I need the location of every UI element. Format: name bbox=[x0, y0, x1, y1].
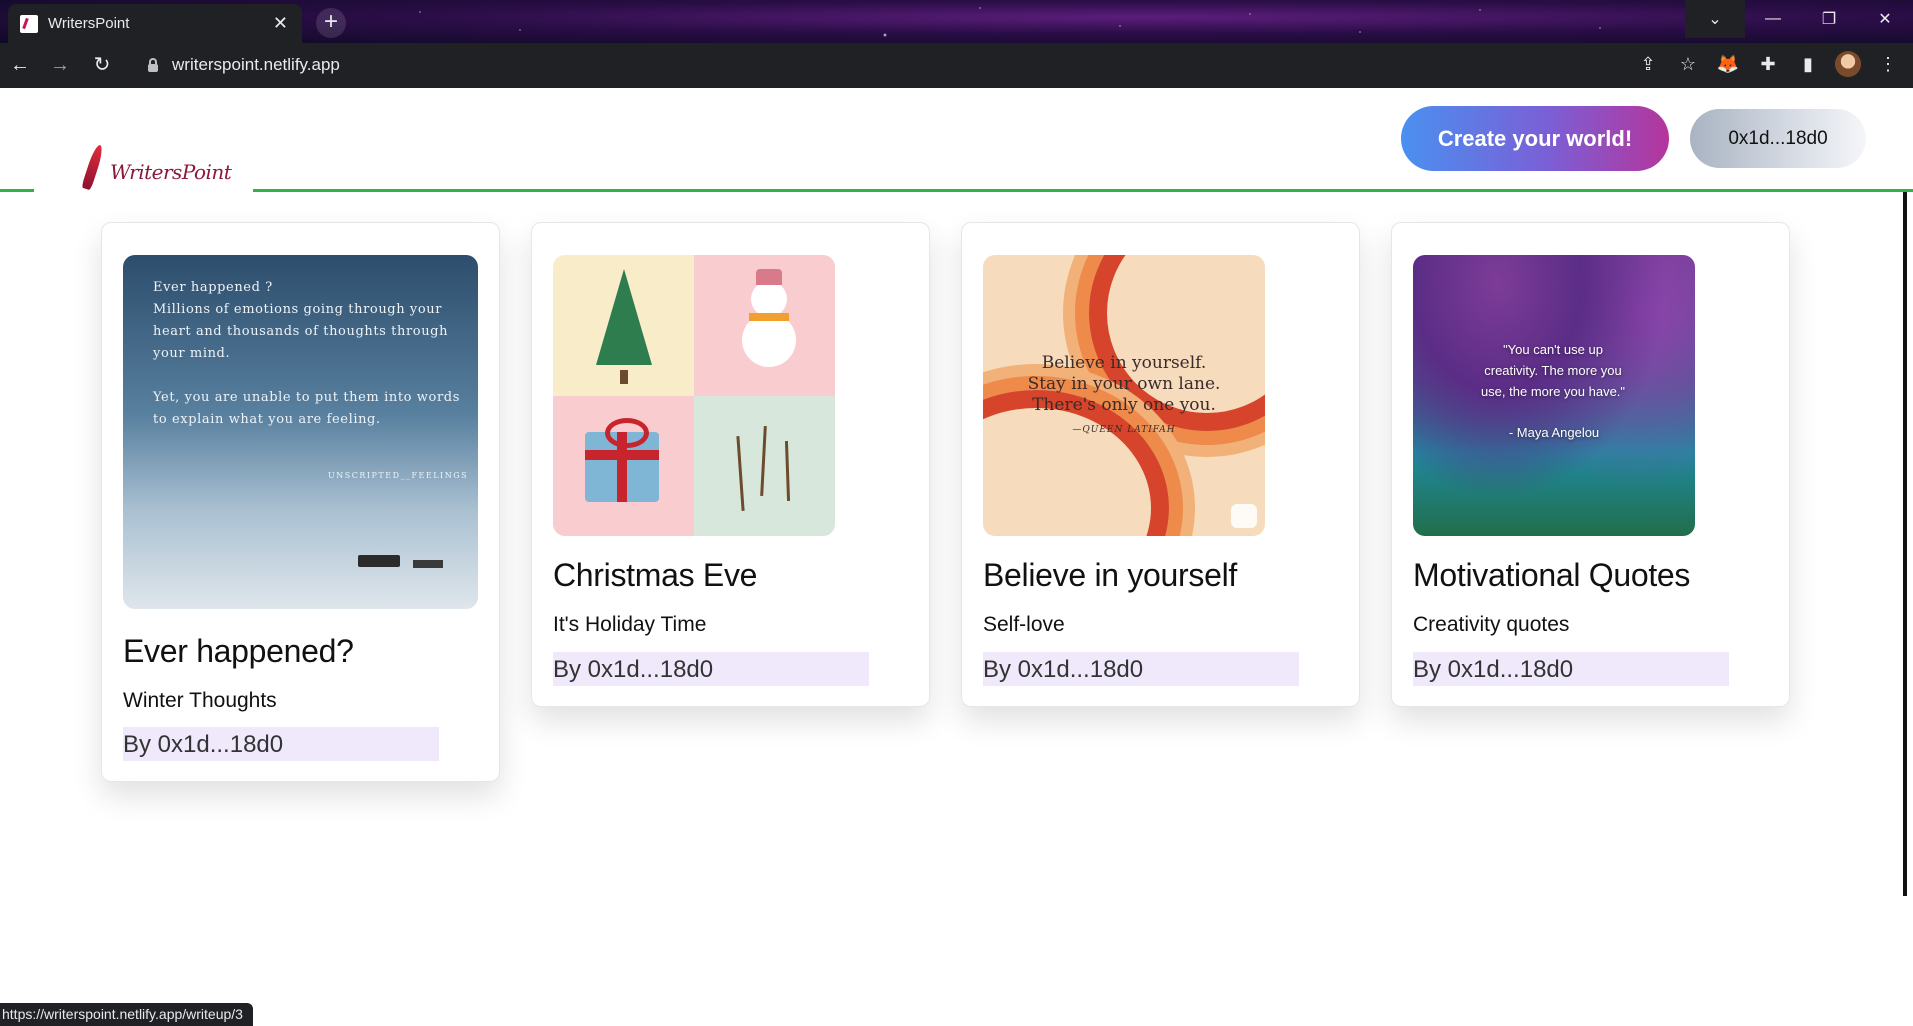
metamask-fox-icon[interactable]: 🦊 bbox=[1715, 51, 1741, 77]
minimize-icon[interactable]: — bbox=[1745, 0, 1801, 38]
gift-bow bbox=[605, 417, 649, 448]
browser-tab-strip: WritersPoint ✕ + ⌄ — ❐ ✕ bbox=[0, 0, 1913, 43]
tab-title: WritersPoint bbox=[48, 15, 130, 32]
page-content: WritersPoint Create your world! 0x1d...1… bbox=[0, 88, 1913, 1026]
card-author: By 0x1d...18d0 bbox=[123, 727, 439, 761]
snowman-scarf bbox=[749, 313, 789, 321]
site-favicon-icon bbox=[20, 14, 38, 33]
card-subtitle: It's Holiday Time bbox=[553, 613, 707, 636]
back-icon[interactable]: ← bbox=[8, 53, 32, 77]
writerspoint-logo[interactable]: WritersPoint bbox=[81, 143, 232, 196]
writeup-card[interactable]: Christmas Eve It's Holiday Time By 0x1d.… bbox=[531, 222, 930, 707]
bookmark-star-icon[interactable]: ☆ bbox=[1675, 51, 1701, 77]
cabin-silhouette bbox=[413, 560, 443, 568]
card-title[interactable]: Ever happened? bbox=[123, 633, 354, 670]
image-text: Yet, you are unable to put them into wor… bbox=[153, 390, 460, 405]
card-image[interactable]: "You can't use up creativity. The more y… bbox=[1413, 255, 1695, 536]
card-author: By 0x1d...18d0 bbox=[553, 652, 869, 686]
snowman-body bbox=[742, 313, 796, 367]
bare-trees-tile bbox=[694, 395, 835, 536]
bare-tree-icon bbox=[784, 440, 791, 501]
header-divider-left bbox=[0, 189, 34, 192]
bare-tree-icon bbox=[760, 425, 767, 496]
quote-attribution: - Maya Angelou bbox=[1508, 425, 1600, 440]
window-controls: ⌄ — ❐ ✕ bbox=[1685, 0, 1913, 38]
quote-line: There's only one you. bbox=[1032, 395, 1216, 415]
quote-line: Stay in your own lane. bbox=[1027, 374, 1221, 394]
tab-close-icon[interactable]: ✕ bbox=[273, 13, 288, 34]
snowman-icon bbox=[751, 281, 787, 317]
tree-trunk bbox=[619, 369, 628, 384]
forward-icon[interactable]: → bbox=[48, 53, 72, 77]
card-image[interactable]: Believe in yourself. Stay in your own la… bbox=[983, 255, 1265, 536]
card-image[interactable]: Ever happened ? Millions of emotions goi… bbox=[123, 255, 478, 609]
profile-avatar[interactable] bbox=[1835, 51, 1861, 77]
quill-feather-icon bbox=[81, 143, 105, 191]
create-your-world-button[interactable]: Create your world! bbox=[1401, 106, 1669, 171]
quote-line: Believe in yourself. bbox=[1041, 353, 1207, 373]
browser-toolbar: ← → ↻ writerspoint.netlify.app ⇪ ☆ 🦊 ✚ ▮… bbox=[0, 43, 1913, 88]
lock-icon[interactable] bbox=[148, 58, 158, 72]
writeup-card[interactable]: Ever happened ? Millions of emotions goi… bbox=[101, 222, 500, 782]
quote-line: creativity. The more you bbox=[1484, 363, 1622, 378]
card-author: By 0x1d...18d0 bbox=[1413, 652, 1729, 686]
card-title[interactable]: Motivational Quotes bbox=[1413, 557, 1690, 594]
bare-tree-icon bbox=[736, 435, 745, 511]
cabin-silhouette bbox=[358, 555, 400, 567]
quote-line: "You can't use up bbox=[1503, 342, 1603, 357]
christmas-tree-icon bbox=[595, 269, 652, 365]
image-text: Ever happened ? bbox=[153, 280, 273, 295]
address-url[interactable]: writerspoint.netlify.app bbox=[172, 55, 340, 75]
image-text: heart and thousands of thoughts through bbox=[153, 324, 449, 339]
new-tab-button[interactable]: + bbox=[316, 8, 346, 38]
gift-tile bbox=[553, 395, 694, 536]
window-close-icon[interactable]: ✕ bbox=[1857, 0, 1913, 38]
card-subtitle: Self-love bbox=[983, 613, 1065, 636]
image-text: your mind. bbox=[153, 346, 231, 361]
browser-menu-icon[interactable]: ⋮ bbox=[1875, 51, 1901, 77]
image-text: to explain what you are feeling. bbox=[153, 412, 381, 427]
quote-text: "You can't use up creativity. The more y… bbox=[1453, 339, 1653, 402]
card-title[interactable]: Believe in yourself bbox=[983, 557, 1237, 594]
quote-line: use, the more you have." bbox=[1480, 384, 1626, 399]
restore-icon[interactable]: ❐ bbox=[1801, 0, 1857, 38]
extensions-puzzle-icon[interactable]: ✚ bbox=[1755, 51, 1781, 77]
tab-search-icon[interactable]: ⌄ bbox=[1685, 0, 1745, 38]
share-icon[interactable]: ⇪ bbox=[1635, 51, 1661, 77]
quote-attribution: —QUEEN LATIFAH bbox=[1072, 425, 1176, 435]
christmas-tree-tile bbox=[553, 255, 694, 396]
quote-text: Believe in yourself. Stay in your own la… bbox=[983, 353, 1265, 416]
snowman-hat bbox=[756, 269, 782, 285]
card-image[interactable] bbox=[553, 255, 835, 536]
address-bar[interactable]: writerspoint.netlify.app bbox=[132, 48, 1652, 82]
header-divider-right bbox=[253, 189, 1913, 192]
toolbar-icons: ⇪ ☆ 🦊 ✚ ▮ ⋮ bbox=[1635, 51, 1901, 77]
writeup-card[interactable]: Believe in yourself. Stay in your own la… bbox=[961, 222, 1360, 707]
wallet-account-button[interactable]: 0x1d...18d0 bbox=[1690, 109, 1866, 168]
watermark-icon bbox=[1231, 504, 1257, 528]
browser-tab[interactable]: WritersPoint ✕ bbox=[8, 4, 302, 43]
image-text: Millions of emotions going through your bbox=[153, 302, 443, 317]
side-panel-icon[interactable]: ▮ bbox=[1795, 51, 1821, 77]
reload-icon[interactable]: ↻ bbox=[90, 53, 114, 77]
logo-text: WritersPoint bbox=[110, 160, 232, 184]
card-author: By 0x1d...18d0 bbox=[983, 652, 1299, 686]
scrollbar[interactable] bbox=[1903, 192, 1907, 896]
card-subtitle: Winter Thoughts bbox=[123, 689, 277, 712]
card-subtitle: Creativity quotes bbox=[1413, 613, 1570, 636]
status-bar-url: https://writerspoint.netlify.app/writeup… bbox=[0, 1003, 253, 1026]
writeup-card[interactable]: "You can't use up creativity. The more y… bbox=[1391, 222, 1790, 707]
snowman-tile bbox=[694, 255, 835, 396]
image-signature: UNSCRIPTED__FEELINGS bbox=[328, 471, 469, 480]
card-title[interactable]: Christmas Eve bbox=[553, 557, 757, 594]
